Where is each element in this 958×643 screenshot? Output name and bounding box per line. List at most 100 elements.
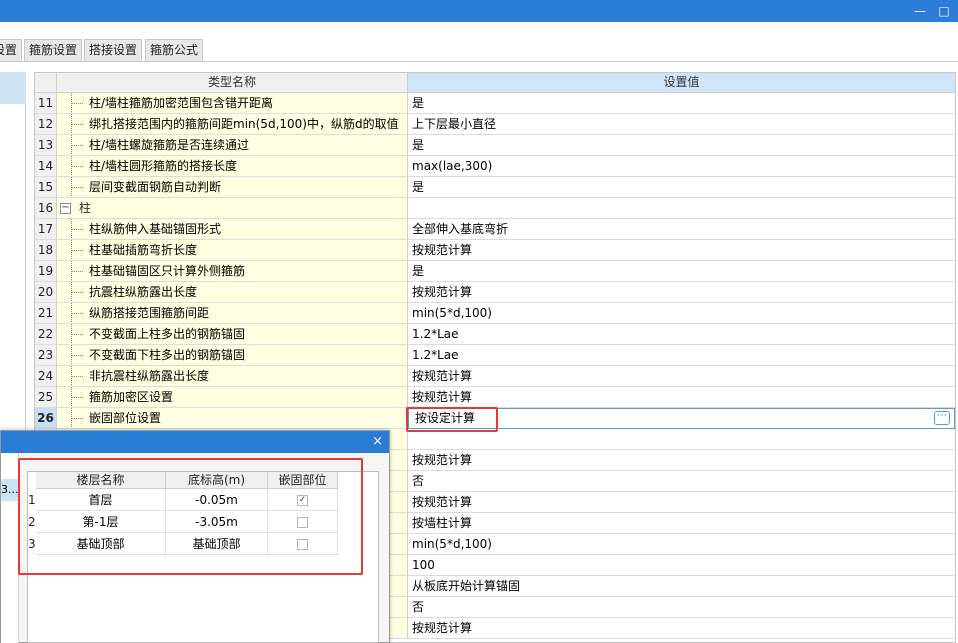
grid-header-name: 类型名称 [57, 73, 408, 93]
table-row[interactable]: 20 抗震柱纵筋露出长度 按规范计算 [35, 282, 955, 303]
tree-branch [71, 271, 83, 272]
setting-value[interactable]: 按规范计算 [408, 282, 955, 303]
setting-value-text: 按规范计算 [412, 453, 473, 467]
table-row[interactable]: 24 非抗震柱纵筋露出长度 按规范计算 [35, 366, 955, 387]
setting-value-text: 是 [412, 138, 425, 152]
setting-name-text: 柱纵筋伸入基础锚固形式 [89, 222, 222, 236]
dialog-left-list: 3... [1, 453, 19, 643]
setting-value[interactable]: 从板底开始计算锚固 [408, 576, 955, 597]
setting-name-text: 层间变截面钢筋自动判断 [89, 180, 222, 194]
table-row[interactable]: 18 柱基础插筋弯折长度 按规范计算 [35, 240, 955, 261]
setting-value[interactable]: min(5*d,100) [408, 534, 955, 555]
setting-value[interactable]: 按墙柱计算 [408, 513, 955, 534]
setting-value-text: 1.2*Lae [412, 327, 459, 341]
setting-value[interactable]: 否 [408, 471, 955, 492]
setting-value[interactable]: 是 [408, 135, 955, 156]
setting-value[interactable]: 按规范计算 [408, 450, 955, 471]
setting-name: 柱/墙柱箍筋加密范围包含错开距离 [57, 93, 408, 114]
tab-settings[interactable]: 设置 [0, 39, 23, 61]
table-row[interactable]: 12 绑扎搭接范围内的箍筋间距min(5d,100)中，纵筋d的取值 上下层最小直径 [35, 114, 955, 135]
row-number: 11 [35, 93, 57, 114]
setting-value-text: 按规范计算 [412, 369, 473, 383]
row-number: 16 [35, 198, 57, 219]
setting-name-text: 箍筋加密区设置 [89, 390, 174, 404]
setting-value-text: 按规范计算 [412, 495, 473, 509]
setting-name-text: 柱基础插筋弯折长度 [89, 243, 198, 257]
setting-value[interactable]: 上下层最小直径 [408, 114, 955, 135]
setting-name: 层间变截面钢筋自动判断 [57, 177, 408, 198]
tab-stirrup-settings[interactable]: 箍筋设置 [24, 39, 83, 61]
setting-name: 柱/墙柱螺旋箍筋是否连续通过 [57, 135, 408, 156]
setting-value[interactable]: max(lae,300) [408, 156, 955, 177]
ellipsis-button[interactable]: ⋯ [934, 411, 950, 425]
setting-value[interactable]: 按规范计算 [408, 387, 955, 408]
setting-value[interactable]: 1.2*Lae [408, 324, 955, 345]
setting-value-text: 100 [412, 558, 435, 572]
setting-value[interactable]: 按规范计算 [408, 366, 955, 387]
table-row[interactable]: 13 柱/墙柱螺旋箍筋是否连续通过 是 [35, 135, 955, 156]
table-row[interactable]: 19 柱基础锚固区只计算外侧箍筋 是 [35, 261, 955, 282]
setting-name: 柱基础插筋弯折长度 [57, 240, 408, 261]
setting-value[interactable]: 是 [408, 261, 955, 282]
row-number: 26 [35, 408, 57, 429]
setting-value[interactable]: 按规范计算 [408, 240, 955, 261]
dialog-close-button[interactable]: × [372, 431, 383, 453]
component-tree-selected[interactable] [0, 72, 26, 104]
window-titlebar: — □ [0, 0, 958, 22]
tree-branch [71, 166, 83, 167]
table-row[interactable]: 23 不变截面下柱多出的钢筋锚固 1.2*Lae [35, 345, 955, 366]
setting-value[interactable]: 是 [408, 177, 955, 198]
setting-value-text: 上下层最小直径 [412, 117, 497, 131]
setting-name-text: 纵筋搭接范围箍筋间距 [89, 306, 210, 320]
tree-branch [71, 376, 83, 377]
setting-value-text: 按规范计算 [412, 285, 473, 299]
setting-value[interactable]: 全部伸入基底弯折 [408, 219, 955, 240]
setting-value-text: min(5*d,100) [412, 537, 492, 551]
tree-branch [71, 250, 83, 251]
restore-button[interactable]: □ [934, 0, 954, 22]
table-row[interactable]: 16− 柱 [35, 198, 955, 219]
setting-name: 不变截面上柱多出的钢筋锚固 [57, 324, 408, 345]
table-row[interactable]: 17 柱纵筋伸入基础锚固形式 全部伸入基底弯折 [35, 219, 955, 240]
setting-name: 绑扎搭接范围内的箍筋间距min(5d,100)中，纵筋d的取值 [57, 114, 408, 135]
setting-name: 柱纵筋伸入基础锚固形式 [57, 219, 408, 240]
grid-header-corner [35, 73, 57, 93]
table-row[interactable]: 15 层间变截面钢筋自动判断 是 [35, 177, 955, 198]
setting-name: 非抗震柱纵筋露出长度 [57, 366, 408, 387]
minimize-button[interactable]: — [910, 0, 930, 22]
setting-value[interactable]: 1.2*Lae [408, 345, 955, 366]
setting-value[interactable]: 按规范计算 [408, 492, 955, 513]
setting-value[interactable]: 按规范计算 [408, 618, 955, 639]
tree-branch [71, 103, 83, 104]
row-number: 14 [35, 156, 57, 177]
setting-value[interactable] [408, 198, 955, 219]
table-row[interactable]: 14 柱/墙柱圆形箍筋的搭接长度 max(lae,300) [35, 156, 955, 177]
setting-value[interactable]: 否 [408, 597, 955, 618]
setting-name-text: 绑扎搭接范围内的箍筋间距min(5d,100)中，纵筋d的取值 [89, 117, 399, 131]
setting-name-text: 抗震柱纵筋露出长度 [89, 285, 198, 299]
table-row[interactable]: 21 纵筋搭接范围箍筋间距 min(5*d,100) [35, 303, 955, 324]
tab-lap-settings[interactable]: 搭接设置 [84, 39, 143, 61]
tree-branch [71, 229, 83, 230]
setting-value[interactable]: min(5*d,100) [408, 303, 955, 324]
setting-name-text: 不变截面下柱多出的钢筋锚固 [89, 348, 246, 362]
setting-value[interactable] [408, 429, 955, 450]
tree-branch [71, 313, 83, 314]
setting-value-text: 按墙柱计算 [412, 516, 473, 530]
table-row[interactable]: 22 不变截面上柱多出的钢筋锚固 1.2*Lae [35, 324, 955, 345]
collapse-icon[interactable]: − [60, 203, 71, 214]
tree-branch [71, 355, 83, 356]
dialog-left-selected-item[interactable]: 3... [1, 479, 19, 501]
setting-value[interactable]: 是 [408, 93, 955, 114]
table-row[interactable]: 25 箍筋加密区设置 按规范计算 [35, 387, 955, 408]
setting-value[interactable]: 100 [408, 555, 955, 576]
row-number: 15 [35, 177, 57, 198]
setting-name: 不变截面下柱多出的钢筋锚固 [57, 345, 408, 366]
tree-branch [71, 187, 83, 188]
highlight-box-floor-table [18, 458, 363, 575]
table-row[interactable]: 11 柱/墙柱箍筋加密范围包含错开距离 是 [35, 93, 955, 114]
setting-name: 抗震柱纵筋露出长度 [57, 282, 408, 303]
row-number: 20 [35, 282, 57, 303]
tree-branch [71, 334, 83, 335]
tab-stirrup-formula[interactable]: 箍筋公式 [145, 39, 204, 61]
